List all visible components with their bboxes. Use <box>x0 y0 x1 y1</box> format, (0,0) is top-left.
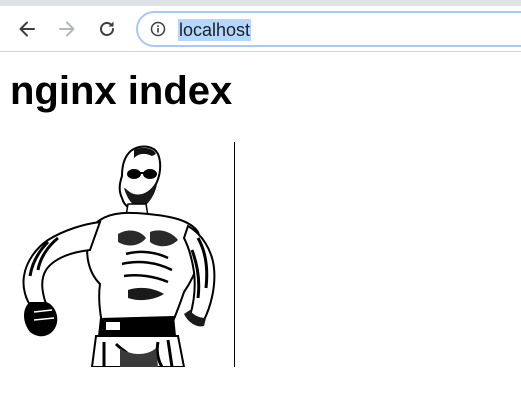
arrow-right-icon <box>59 21 75 37</box>
browser-toolbar: localhost <box>0 6 521 52</box>
address-bar[interactable]: localhost <box>136 11 521 47</box>
back-button[interactable] <box>12 14 42 44</box>
url-text[interactable]: localhost <box>178 19 252 41</box>
forward-button[interactable] <box>52 14 82 44</box>
fighter-drawing <box>22 145 216 367</box>
arrow-left-icon <box>19 21 35 37</box>
reload-button[interactable] <box>92 14 122 44</box>
reload-icon <box>100 21 114 36</box>
page-title: nginx index <box>10 69 233 113</box>
page-content: nginx index <box>0 53 521 411</box>
info-circle-icon[interactable] <box>150 21 166 37</box>
fighter-illustration <box>8 142 235 367</box>
